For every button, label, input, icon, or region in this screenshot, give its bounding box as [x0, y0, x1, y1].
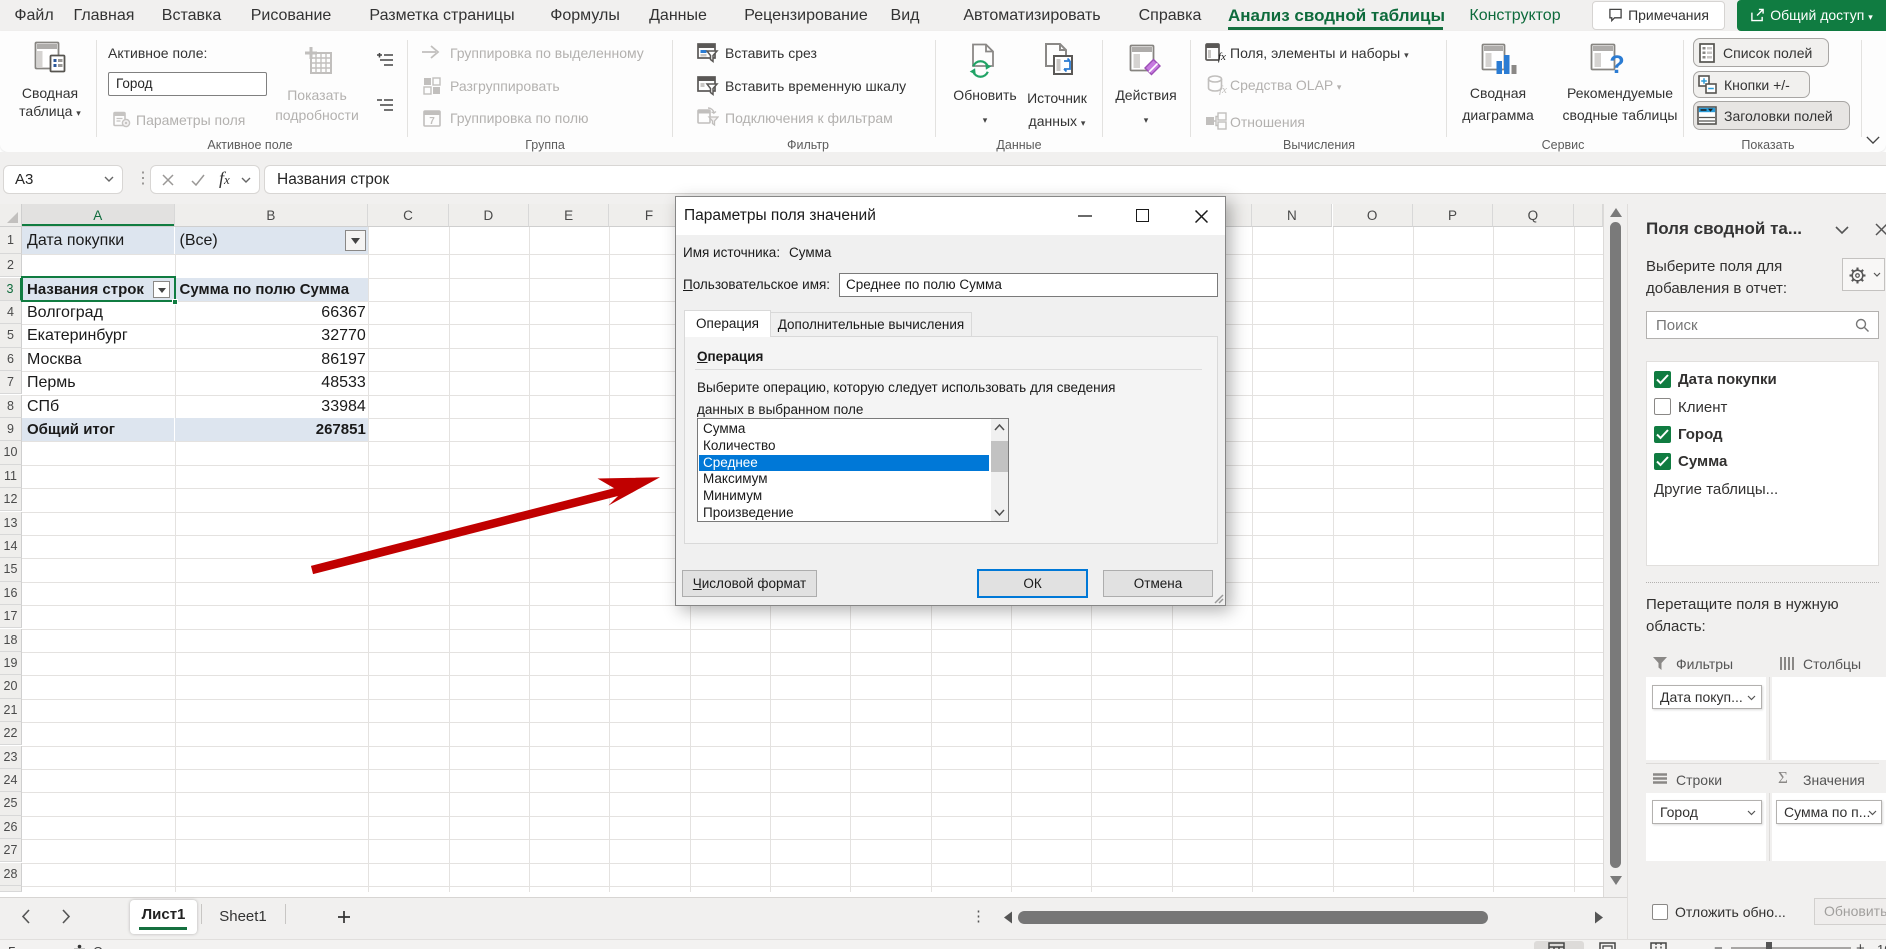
svg-text:7: 7 [429, 116, 435, 127]
svg-text:fx: fx [1218, 51, 1226, 63]
svg-text:fx: fx [1219, 84, 1227, 95]
svg-text:?: ? [1609, 51, 1624, 79]
